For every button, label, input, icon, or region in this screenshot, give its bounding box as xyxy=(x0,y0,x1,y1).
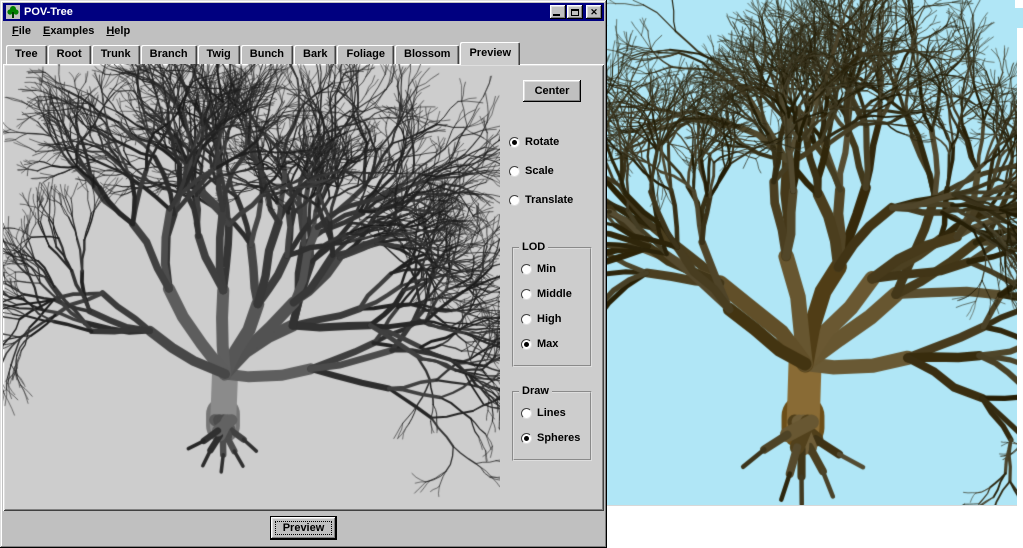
preview-tab-panel: Center Rotate Scale Translate LOD xyxy=(3,64,604,511)
radio-rotate[interactable]: Rotate xyxy=(509,136,595,148)
radio-scale[interactable]: Scale xyxy=(509,165,595,177)
radio-lod-min[interactable]: Min xyxy=(521,263,583,275)
app-tree-icon xyxy=(6,5,20,19)
radio-lod-high[interactable]: High xyxy=(521,313,583,325)
render-image xyxy=(607,0,1023,505)
radio-lod-max-circle[interactable] xyxy=(521,339,532,350)
close-button[interactable]: ✕ xyxy=(586,5,602,19)
maximize-icon xyxy=(571,9,579,16)
tab-bunch[interactable]: Bunch xyxy=(241,45,293,64)
preview-area xyxy=(3,64,500,511)
radio-rotate-label: Rotate xyxy=(525,136,559,148)
radio-lod-middle-circle[interactable] xyxy=(521,289,532,300)
tab-bark[interactable]: Bark xyxy=(294,45,336,64)
radio-draw-spheres-label: Spheres xyxy=(537,432,580,444)
screen: POV-Tree ✕ File Examples Help Tree Root … xyxy=(0,0,1023,548)
radio-draw-lines-circle[interactable] xyxy=(521,408,532,419)
close-icon: ✕ xyxy=(590,8,598,17)
menubar: File Examples Help xyxy=(3,21,604,40)
radio-lod-min-label: Min xyxy=(537,263,556,275)
tab-branch[interactable]: Branch xyxy=(141,45,197,64)
render-right-strip xyxy=(1017,28,1023,548)
radio-scale-circle[interactable] xyxy=(509,166,520,177)
radio-draw-spheres-circle[interactable] xyxy=(521,433,532,444)
minimize-icon xyxy=(553,14,560,16)
minimize-button[interactable] xyxy=(550,5,566,19)
tab-preview[interactable]: Preview xyxy=(460,42,520,65)
tab-foliage[interactable]: Foliage xyxy=(337,45,394,64)
tab-blossom[interactable]: Blossom xyxy=(395,45,459,64)
center-button[interactable]: Center xyxy=(523,80,582,102)
radio-lod-high-circle[interactable] xyxy=(521,314,532,325)
radio-lod-max-label: Max xyxy=(537,338,558,350)
radio-translate-circle[interactable] xyxy=(509,195,520,206)
render-window xyxy=(607,0,1023,548)
lod-group-label: LOD xyxy=(519,241,548,253)
povtree-window: POV-Tree ✕ File Examples Help Tree Root … xyxy=(0,0,607,548)
radio-scale-label: Scale xyxy=(525,165,554,177)
radio-translate[interactable]: Translate xyxy=(509,194,595,206)
radio-draw-spheres[interactable]: Spheres xyxy=(521,432,583,444)
tab-twig[interactable]: Twig xyxy=(198,45,240,64)
render-corner xyxy=(1015,0,1023,8)
titlebar[interactable]: POV-Tree ✕ xyxy=(3,3,604,21)
preview-viewport[interactable] xyxy=(3,64,500,511)
radio-lod-middle[interactable]: Middle xyxy=(521,288,583,300)
render-sky xyxy=(607,0,1023,505)
radio-rotate-circle[interactable] xyxy=(509,137,520,148)
lod-group: LOD Min Middle High Max xyxy=(512,247,592,367)
radio-lod-middle-label: Middle xyxy=(537,288,572,300)
menu-help[interactable]: Help xyxy=(100,23,136,39)
menu-examples[interactable]: Examples xyxy=(37,23,100,39)
radio-lod-min-circle[interactable] xyxy=(521,264,532,275)
window-controls: ✕ xyxy=(549,5,602,19)
window-title: POV-Tree xyxy=(24,6,549,18)
radio-draw-lines-label: Lines xyxy=(537,407,566,419)
radio-translate-label: Translate xyxy=(525,194,573,206)
menu-file[interactable]: File xyxy=(6,23,37,39)
bottom-strip: Preview xyxy=(3,511,604,545)
tabbar: Tree Root Trunk Branch Twig Bunch Bark F… xyxy=(3,40,604,64)
radio-lod-max[interactable]: Max xyxy=(521,338,583,350)
radio-lod-high-label: High xyxy=(537,313,561,325)
radio-draw-lines[interactable]: Lines xyxy=(521,407,583,419)
tab-root[interactable]: Root xyxy=(48,45,91,64)
tab-tree[interactable]: Tree xyxy=(6,45,47,64)
preview-button[interactable]: Preview xyxy=(271,517,337,539)
draw-group-label: Draw xyxy=(519,385,552,397)
draw-group: Draw Lines Spheres xyxy=(512,391,592,461)
preview-controls: Center Rotate Scale Translate LOD xyxy=(500,64,604,511)
maximize-button[interactable] xyxy=(567,5,583,19)
tab-trunk[interactable]: Trunk xyxy=(92,45,140,64)
render-bottom xyxy=(607,505,1023,548)
